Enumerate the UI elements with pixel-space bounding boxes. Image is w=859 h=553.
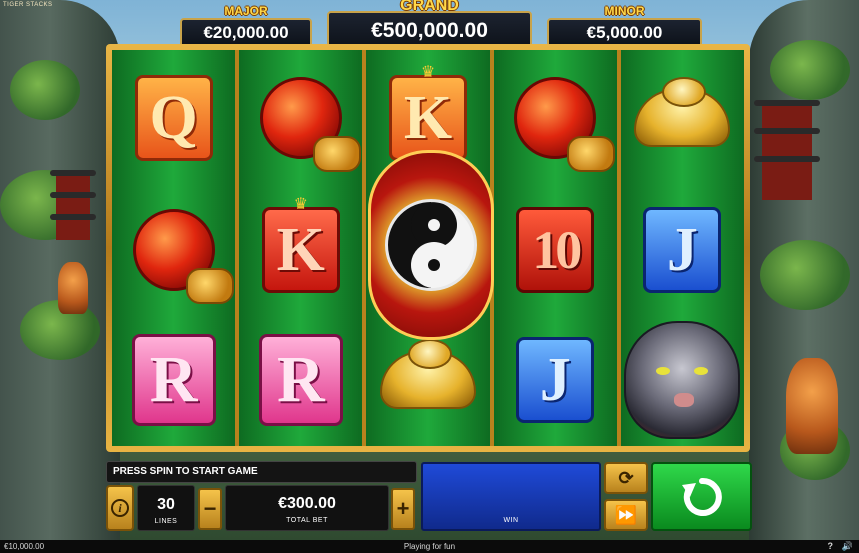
lines-value: 30 — [157, 496, 175, 513]
pagoda-left — [50, 170, 96, 240]
info-icon: i — [111, 499, 129, 517]
win-display: WIN — [421, 462, 601, 531]
spin-button[interactable] — [651, 462, 752, 531]
crown-icon: ♛ — [420, 64, 436, 81]
symbol-cell: J — [494, 314, 617, 446]
jackpot-major-label: MAJOR — [224, 4, 268, 18]
symbol-j: J — [643, 207, 722, 293]
symbol-gold-ingot — [634, 77, 731, 147]
total-bet-display: €300.00 TOTAL BET — [225, 485, 389, 531]
symbol-yin-yang-wild — [368, 150, 494, 340]
lines-label: LINES — [154, 518, 178, 525]
symbol-j: J — [516, 337, 595, 423]
symbol-cell: J — [621, 184, 744, 316]
symbol-10: 10 — [516, 207, 595, 293]
pagoda-right — [754, 100, 820, 200]
symbol-cell: ♛ K — [239, 184, 362, 316]
symbol-r: R — [258, 334, 343, 426]
symbol-lantern — [514, 77, 616, 172]
jackpot-grand-label: GRAND — [400, 0, 459, 14]
status-bar: €10,000.00 Playing for fun ? 🔊 — [0, 540, 859, 553]
foliage — [770, 40, 850, 100]
win-label: WIN — [503, 517, 519, 524]
spin-icon — [681, 477, 722, 516]
message-bar: PRESS SPIN TO START GAME — [106, 461, 417, 483]
symbol-cell — [621, 314, 744, 446]
fast-forward-icon: ⏩ — [614, 504, 638, 525]
reel-1: Q R — [112, 50, 236, 446]
symbol-lantern — [132, 209, 234, 304]
crown-icon: ♛ — [293, 196, 308, 213]
foliage — [10, 60, 80, 120]
symbol-lantern — [259, 77, 361, 172]
bet-decrease-button[interactable]: − — [198, 488, 222, 530]
turbo-button[interactable]: ⏩ — [604, 499, 648, 531]
symbol-gold-ingot — [380, 339, 476, 409]
help-button[interactable]: ? — [828, 541, 834, 551]
symbol-cell — [621, 52, 744, 184]
symbol-cell — [112, 184, 235, 316]
total-bet-value: €300.00 — [278, 495, 336, 512]
symbol-cell: R — [112, 314, 235, 446]
symbol-k: K — [389, 75, 467, 161]
jackpot-minor: MINOR €5,000.00 — [547, 4, 702, 48]
reel-4: 10 J — [493, 50, 617, 446]
symbol-r: R — [131, 334, 216, 426]
symbol-cell: 10 — [494, 184, 617, 316]
plus-icon: + — [396, 496, 410, 521]
jackpot-minor-label: MINOR — [604, 4, 645, 18]
symbol-cell: Q — [112, 52, 235, 184]
speaker-icon[interactable]: 🔊 — [842, 541, 853, 552]
symbol-cell — [494, 52, 617, 184]
jackpot-major: MAJOR €20,000.00 — [180, 4, 312, 48]
symbol-cell — [239, 52, 362, 184]
symbol-cell: R — [239, 314, 362, 446]
lines-display: 30 LINES — [137, 485, 195, 531]
reel-2: ♛ K R — [239, 50, 363, 446]
play-mode: Playing for fun — [403, 542, 456, 551]
tiger-left — [58, 262, 88, 314]
autoplay-icon: ⟳ — [618, 467, 634, 488]
reel-5: J — [620, 50, 745, 446]
total-bet-label: TOTAL BET — [286, 517, 328, 524]
autoplay-button[interactable]: ⟳ — [604, 462, 648, 494]
foliage — [760, 240, 850, 310]
yin-yang-icon — [385, 199, 477, 291]
symbol-q: Q — [134, 75, 213, 161]
minus-icon: − — [203, 496, 217, 521]
bet-increase-button[interactable]: + — [391, 488, 415, 530]
tiger-right — [786, 358, 838, 454]
game-logo: TIGER STACKS — [3, 2, 53, 8]
symbol-black-tiger — [624, 321, 741, 439]
info-button[interactable]: i — [106, 485, 134, 531]
symbol-k: K — [261, 207, 340, 293]
